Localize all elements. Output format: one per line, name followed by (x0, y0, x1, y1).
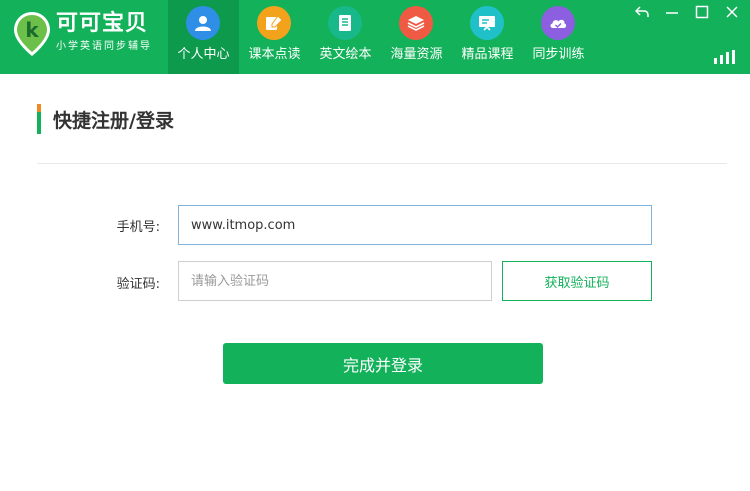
phone-input[interactable] (178, 205, 652, 245)
nav-item-personal-center[interactable]: 个人中心 (168, 0, 239, 74)
close-icon[interactable] (722, 2, 742, 22)
person-icon (186, 6, 220, 40)
cloud-icon (541, 6, 575, 40)
app-title: 可可宝贝 (56, 11, 149, 36)
layers-icon (399, 6, 433, 40)
nav-label: 英文绘本 (319, 47, 372, 62)
nav-item-picture-books[interactable]: 英文绘本 (310, 0, 381, 74)
submit-login-button[interactable]: 完成并登录 (223, 343, 543, 384)
read-pen-icon (257, 6, 291, 40)
app-logo: k 可可宝贝 小学英语同步辅导 (12, 6, 172, 66)
nav-label: 同步训练 (532, 47, 585, 62)
nav-label: 个人中心 (177, 47, 230, 62)
divider (37, 163, 727, 164)
svg-text:k: k (25, 18, 39, 42)
page-title: 快捷注册/登录 (53, 109, 174, 132)
maximize-icon[interactable] (692, 2, 712, 22)
section-header: 快捷注册/登录 (37, 104, 174, 134)
logo-badge-icon: k (14, 12, 50, 56)
window-controls (632, 2, 742, 22)
verification-code-input[interactable] (178, 261, 492, 301)
main-nav: 个人中心 课本点读 英文绘本 海量资源 精品课程 同步训练 (168, 0, 594, 74)
nav-label: 课本点读 (248, 47, 301, 62)
get-code-button[interactable]: 获取验证码 (502, 261, 652, 301)
app-header: k 可可宝贝 小学英语同步辅导 个人中心 课本点读 英文绘本 海量资源 精品课程… (0, 0, 750, 74)
app-subtitle: 小学英语同步辅导 (56, 41, 152, 52)
book-icon (328, 6, 362, 40)
phone-label: 手机号: (116, 220, 160, 235)
signal-icon (714, 50, 735, 64)
minimize-icon[interactable] (662, 2, 682, 22)
nav-item-sync-training[interactable]: 同步训练 (523, 0, 594, 74)
title-accent-bar (37, 104, 41, 134)
nav-item-textbook-reading[interactable]: 课本点读 (239, 0, 310, 74)
code-label: 验证码: (116, 277, 160, 292)
nav-label: 精品课程 (461, 47, 514, 62)
nav-item-premium-courses[interactable]: 精品课程 (452, 0, 523, 74)
nav-label: 海量资源 (390, 47, 443, 62)
back-arrow-icon[interactable] (632, 2, 652, 22)
nav-item-resources[interactable]: 海量资源 (381, 0, 452, 74)
screen-icon (470, 6, 504, 40)
